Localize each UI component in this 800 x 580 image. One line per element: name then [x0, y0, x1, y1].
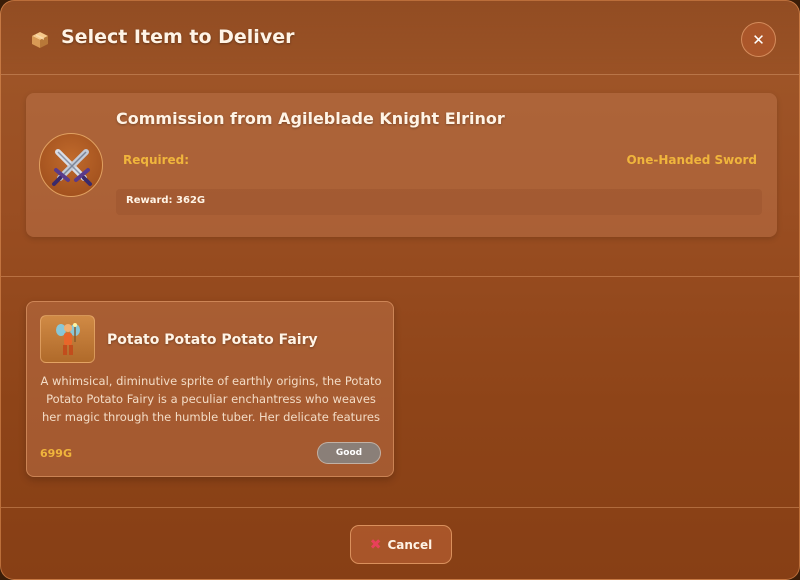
required-value: One-Handed Sword	[626, 153, 757, 167]
commission-panel: Commission from Agileblade Knight Elrino…	[26, 93, 777, 237]
commission-title: Commission from Agileblade Knight Elrino…	[116, 109, 505, 128]
cancel-label: Cancel	[387, 537, 433, 552]
quality-badge: Good	[317, 442, 381, 464]
reward-text: Reward: 362G	[126, 195, 206, 206]
package-icon	[31, 31, 49, 49]
close-icon: ✖	[369, 536, 382, 553]
close-button[interactable]: ✕	[741, 22, 776, 57]
close-icon: ✕	[752, 30, 765, 49]
item-card[interactable]: Potato Potato Potato Fairy A whimsical, …	[26, 301, 394, 477]
item-thumbnail	[40, 315, 95, 363]
required-label: Required:	[123, 153, 190, 167]
item-name: Potato Potato Potato Fairy	[107, 332, 318, 348]
item-description: A whimsical, diminutive sprite of earthl…	[40, 374, 382, 424]
reward-row: Reward: 362G	[116, 189, 762, 215]
item-price: 699G	[40, 447, 72, 460]
deliver-item-modal: Select Item to Deliver ✕ Commission from…	[0, 0, 800, 580]
modal-header: Select Item to Deliver ✕	[1, 1, 799, 75]
footer-divider	[1, 507, 799, 508]
modal-title: Select Item to Deliver	[61, 26, 295, 48]
cancel-button[interactable]: ✖ Cancel	[350, 525, 452, 564]
commission-avatar	[39, 133, 103, 197]
divider	[1, 276, 799, 277]
